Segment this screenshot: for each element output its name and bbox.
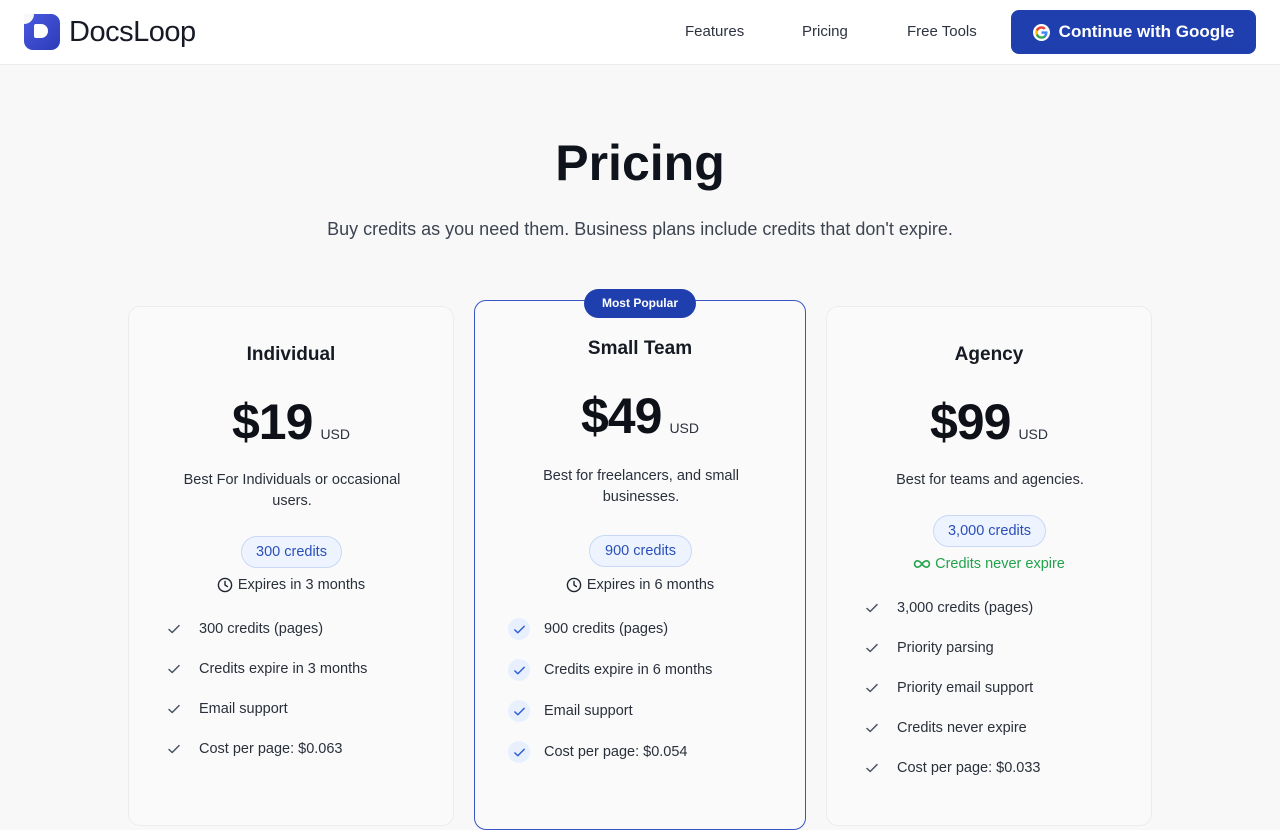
feature-text: Priority email support: [897, 680, 1034, 696]
check-icon: [508, 659, 530, 681]
feature-item: Cost per page: $0.033: [861, 756, 1041, 780]
credits-badge: 900 credits: [589, 535, 692, 567]
feature-item: Priority parsing: [861, 636, 994, 660]
feature-item: Email support: [163, 697, 288, 721]
feature-text: Cost per page: $0.063: [199, 741, 343, 757]
feature-item: Credits expire in 3 months: [163, 657, 367, 681]
check-icon: [508, 618, 530, 640]
expiry-note: Expires in 3 months: [129, 577, 453, 593]
feature-text: Credits never expire: [897, 720, 1027, 736]
feature-text: 300 credits (pages): [199, 621, 324, 637]
feature-item: 900 credits (pages): [508, 617, 668, 641]
plan-description: Best for freelancers, and small business…: [543, 468, 739, 505]
feature-item: Cost per page: $0.063: [163, 737, 343, 761]
check-icon: [163, 698, 185, 720]
plan-description: Best for teams and agencies.: [896, 472, 1084, 488]
feature-item: Cost per page: $0.054: [508, 740, 688, 764]
expiry-text: Expires in 3 months: [237, 577, 366, 593]
page-subtitle: Buy credits as you need them. Business p…: [327, 219, 953, 239]
infinity-icon: [913, 559, 931, 569]
check-icon: [861, 677, 883, 699]
plan-currency: USD: [669, 420, 699, 436]
pricing-card-individual: Individual $19 USD Best For Individuals …: [128, 306, 454, 826]
continue-with-google-button[interactable]: Continue with Google: [1011, 10, 1256, 54]
credits-badge: 3,000 credits: [933, 515, 1046, 547]
check-icon: [508, 700, 530, 722]
feature-text: 900 credits (pages): [544, 621, 669, 637]
feature-item: 3,000 credits (pages): [861, 596, 1033, 620]
top-nav-bar: DocsLoop Features Pricing Free Tools Con…: [0, 0, 1280, 65]
credits-badge: 300 credits: [241, 536, 342, 568]
google-icon: [1032, 23, 1050, 41]
nav-link-pricing[interactable]: Pricing: [802, 23, 848, 40]
google-button-label: Continue with Google: [1058, 22, 1235, 41]
feature-text: 3,000 credits (pages): [897, 600, 1034, 616]
plan-description: Best For Individuals or occasional users…: [183, 472, 401, 509]
price-row: $99 USD: [827, 393, 1151, 451]
price-row: $49 USD: [475, 387, 805, 445]
check-icon: [861, 637, 883, 659]
expiry-note: Expires in 6 months: [475, 577, 805, 593]
most-popular-badge: Most Popular: [584, 289, 696, 318]
feature-text: Credits expire in 6 months: [544, 662, 713, 678]
nav-link-features[interactable]: Features: [685, 23, 744, 40]
check-icon: [861, 717, 883, 739]
plan-price: $99: [930, 394, 1011, 450]
feature-text: Cost per page: $0.054: [544, 744, 688, 760]
pricing-card-agency: Agency $99 USD Best for teams and agenci…: [826, 306, 1152, 826]
plan-price: $19: [232, 394, 313, 450]
feature-item: Email support: [508, 699, 633, 723]
plan-currency: USD: [1018, 426, 1048, 442]
plan-name: Small Team: [587, 338, 693, 359]
expiry-text: Credits never expire: [935, 556, 1065, 572]
feature-item: 300 credits (pages): [163, 617, 323, 641]
feature-text: Credits expire in 3 months: [199, 661, 368, 677]
pricing-card-small-team: Most Popular Small Team $49 USD Best for…: [474, 289, 806, 830]
feature-item: Credits never expire: [861, 716, 1027, 740]
never-expire-note: Credits never expire: [827, 556, 1151, 572]
brand-logo[interactable]: DocsLoop: [24, 14, 196, 50]
nav-link-free-tools[interactable]: Free Tools: [907, 23, 977, 40]
feature-text: Email support: [199, 701, 288, 717]
check-icon: [861, 597, 883, 619]
page-title: Pricing: [555, 135, 725, 191]
clock-icon: [217, 577, 233, 593]
feature-text: Priority parsing: [897, 640, 994, 656]
clock-icon: [566, 577, 582, 593]
plan-name: Individual: [246, 344, 336, 365]
check-icon: [163, 658, 185, 680]
plan-currency: USD: [320, 426, 350, 442]
feature-item: Credits expire in 6 months: [508, 658, 712, 682]
expiry-text: Expires in 6 months: [586, 577, 715, 593]
check-icon: [163, 738, 185, 760]
plan-name: Agency: [954, 344, 1024, 365]
docsloop-logo-icon: [24, 14, 60, 50]
check-icon: [163, 618, 185, 640]
feature-text: Email support: [544, 703, 633, 719]
feature-item: Priority email support: [861, 676, 1033, 700]
feature-text: Cost per page: $0.033: [897, 760, 1041, 776]
price-row: $19 USD: [129, 393, 453, 451]
check-icon: [508, 741, 530, 763]
plan-price: $49: [581, 388, 662, 444]
check-icon: [861, 757, 883, 779]
brand-name: DocsLoop: [69, 15, 196, 48]
